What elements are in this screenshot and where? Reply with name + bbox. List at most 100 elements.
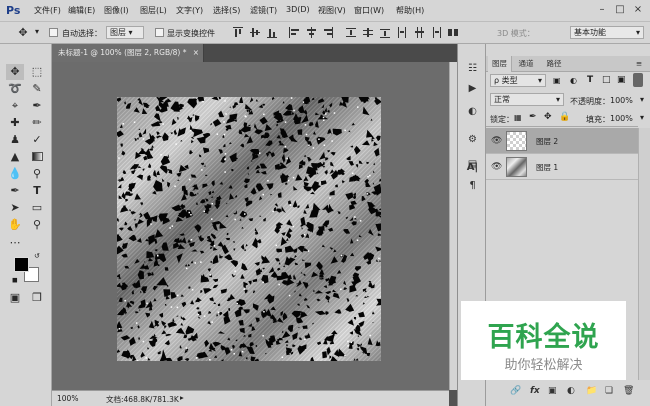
zoom-level[interactable]: 100% <box>57 394 78 403</box>
lasso-tool-icon[interactable]: ➰ <box>6 81 24 97</box>
new-layer-icon[interactable]: ❏ <box>605 386 613 396</box>
actions-panel-icon[interactable]: ▶ <box>465 81 480 96</box>
fill-value[interactable]: 100% <box>610 114 633 123</box>
close-icon[interactable]: × <box>632 4 644 16</box>
menu-help[interactable]: 帮助(H) <box>396 5 424 16</box>
tab-layers[interactable]: 图层 <box>488 56 512 72</box>
lock-all-icon[interactable]: 🔒 <box>559 112 570 122</box>
menu-image[interactable]: 图像(I) <box>104 5 129 16</box>
more-tools-icon[interactable]: ⋯ <box>6 235 24 251</box>
layers-scrollbar[interactable] <box>638 128 650 380</box>
align-left-icon[interactable] <box>289 27 299 38</box>
eyedropper-tool-icon[interactable]: ✒ <box>28 98 46 114</box>
layer-mask-icon[interactable]: ▣ <box>548 386 557 396</box>
menu-3d[interactable]: 3D(D) <box>286 5 310 14</box>
gradient-tool-icon[interactable] <box>28 149 46 165</box>
fill-chevron-icon[interactable]: ▾ <box>640 113 644 122</box>
history-panel-icon[interactable]: ☷ <box>465 61 480 76</box>
link-layers-icon[interactable]: 🔗 <box>510 386 521 396</box>
menu-file[interactable]: 文件(F) <box>34 5 61 16</box>
filter-kind-dropdown[interactable]: ρ 类型 ▾ <box>490 74 546 87</box>
quick-select-tool-icon[interactable]: ✎ <box>28 81 46 97</box>
dodge-tool-icon[interactable]: ⚲ <box>28 166 46 182</box>
history-brush-tool-icon[interactable]: ✓ <box>28 132 46 148</box>
hand-tool-icon[interactable]: ✋ <box>6 217 24 233</box>
workspace-dropdown[interactable]: 基本功能 ▾ <box>570 26 644 39</box>
menu-window[interactable]: 窗口(W) <box>354 5 384 16</box>
lock-transparent-icon[interactable]: ▦ <box>514 113 522 122</box>
filter-adjustment-icon[interactable]: ◐ <box>570 76 577 85</box>
crop-tool-icon[interactable]: ⌖ <box>6 98 24 114</box>
status-menu-icon[interactable]: ▸ <box>180 393 184 402</box>
minimize-icon[interactable]: – <box>596 4 608 16</box>
distribute-top-icon[interactable] <box>346 27 356 38</box>
show-transform-checkbox[interactable] <box>155 28 164 37</box>
opacity-value[interactable]: 100% <box>610 96 633 105</box>
blend-mode-dropdown[interactable]: 正常 ▾ <box>490 93 564 106</box>
clone-stamp-tool-icon[interactable]: ♟ <box>6 132 24 148</box>
align-right-icon[interactable] <box>323 27 333 38</box>
filter-shape-icon[interactable]: □ <box>602 75 611 85</box>
default-colors-icon[interactable]: ◼ <box>12 276 18 284</box>
rectangle-tool-icon[interactable]: ▭ <box>28 200 46 216</box>
menu-view[interactable]: 视图(V) <box>318 5 346 16</box>
quick-mask-icon[interactable]: ▣ <box>6 290 24 306</box>
move-tool-icon[interactable]: ✥ <box>6 64 24 80</box>
align-top-icon[interactable] <box>233 27 243 38</box>
menu-filter[interactable]: 滤镜(T) <box>250 5 277 16</box>
visibility-eye-icon[interactable]: 👁 <box>491 162 502 172</box>
maximize-icon[interactable]: □ <box>614 4 626 16</box>
blur-tool-icon[interactable]: 💧 <box>6 166 24 182</box>
align-vcenter-icon[interactable] <box>250 27 260 38</box>
eraser-tool-icon[interactable]: ▲ <box>6 149 24 165</box>
filter-toggle-icon[interactable] <box>633 73 643 87</box>
distribute-right-icon[interactable] <box>431 27 441 38</box>
clone-source-panel-icon[interactable]: ⚙ <box>465 132 480 147</box>
distribute-left-icon[interactable] <box>397 27 407 38</box>
align-bottom-icon[interactable] <box>267 27 277 38</box>
align-hcenter-icon[interactable] <box>306 27 316 38</box>
document-tab[interactable]: 未标题-1 @ 100% (图层 2, RGB/8) * × <box>52 44 204 62</box>
trash-icon[interactable]: 🗑 <box>623 386 634 396</box>
visibility-eye-icon[interactable]: 👁 <box>491 136 502 146</box>
distribute-vcenter-icon[interactable] <box>363 27 373 38</box>
zoom-tool-icon[interactable]: ⚲ <box>28 217 46 233</box>
auto-select-dropdown[interactable]: 图层 ▾ <box>106 26 144 39</box>
panel-menu-icon[interactable]: ≡ <box>632 56 646 72</box>
layer-row-selected[interactable]: 👁 图层 2 <box>486 128 638 154</box>
path-selection-tool-icon[interactable]: ➤ <box>6 200 24 216</box>
character-panel-icon[interactable]: A| <box>465 160 480 175</box>
menu-select[interactable]: 选择(S) <box>213 5 240 16</box>
vertical-scrollbar[interactable] <box>449 62 457 390</box>
move-tool-preset-icon[interactable]: ✥ <box>14 25 32 41</box>
filter-pixel-icon[interactable]: ▣ <box>553 76 561 85</box>
healing-brush-tool-icon[interactable]: ✚ <box>6 115 24 131</box>
new-group-icon[interactable]: 📁 <box>586 386 597 396</box>
menu-layer[interactable]: 图层(L) <box>140 5 167 16</box>
type-tool-icon[interactable]: T <box>28 183 46 199</box>
adjustments-panel-icon[interactable]: ◐ <box>465 104 480 119</box>
pen-tool-icon[interactable]: ✒ <box>6 183 24 199</box>
swap-colors-icon[interactable]: ↺ <box>34 252 40 260</box>
lock-position-icon[interactable]: ✥ <box>544 112 552 122</box>
paragraph-panel-icon[interactable]: ¶ <box>465 178 480 193</box>
close-tab-icon[interactable]: × <box>193 44 199 62</box>
tab-channels[interactable]: 通道 <box>514 56 538 72</box>
tab-paths[interactable]: 路径 <box>542 56 566 72</box>
auto-select-checkbox[interactable] <box>49 28 58 37</box>
opacity-chevron-icon[interactable]: ▾ <box>640 95 644 104</box>
menu-type[interactable]: 文字(Y) <box>176 5 203 16</box>
menu-edit[interactable]: 编辑(E) <box>68 5 95 16</box>
lock-image-icon[interactable]: ✒ <box>529 112 537 122</box>
layer-style-icon[interactable]: fx <box>530 386 540 396</box>
filter-type-icon[interactable]: T <box>587 75 593 85</box>
screen-mode-icon[interactable]: ❐ <box>28 290 46 306</box>
filter-smart-object-icon[interactable]: ▣ <box>617 75 626 85</box>
adjustment-layer-icon[interactable]: ◐ <box>567 386 575 396</box>
marquee-tool-icon[interactable]: ⬚ <box>28 64 46 80</box>
brush-tool-icon[interactable]: ✏ <box>28 115 46 131</box>
distribute-hcenter-icon[interactable] <box>414 27 424 38</box>
distribute-bottom-icon[interactable] <box>380 27 390 38</box>
chevron-down-icon[interactable]: ▾ <box>35 27 39 36</box>
layer-row[interactable]: 👁 图层 1 <box>486 154 638 180</box>
